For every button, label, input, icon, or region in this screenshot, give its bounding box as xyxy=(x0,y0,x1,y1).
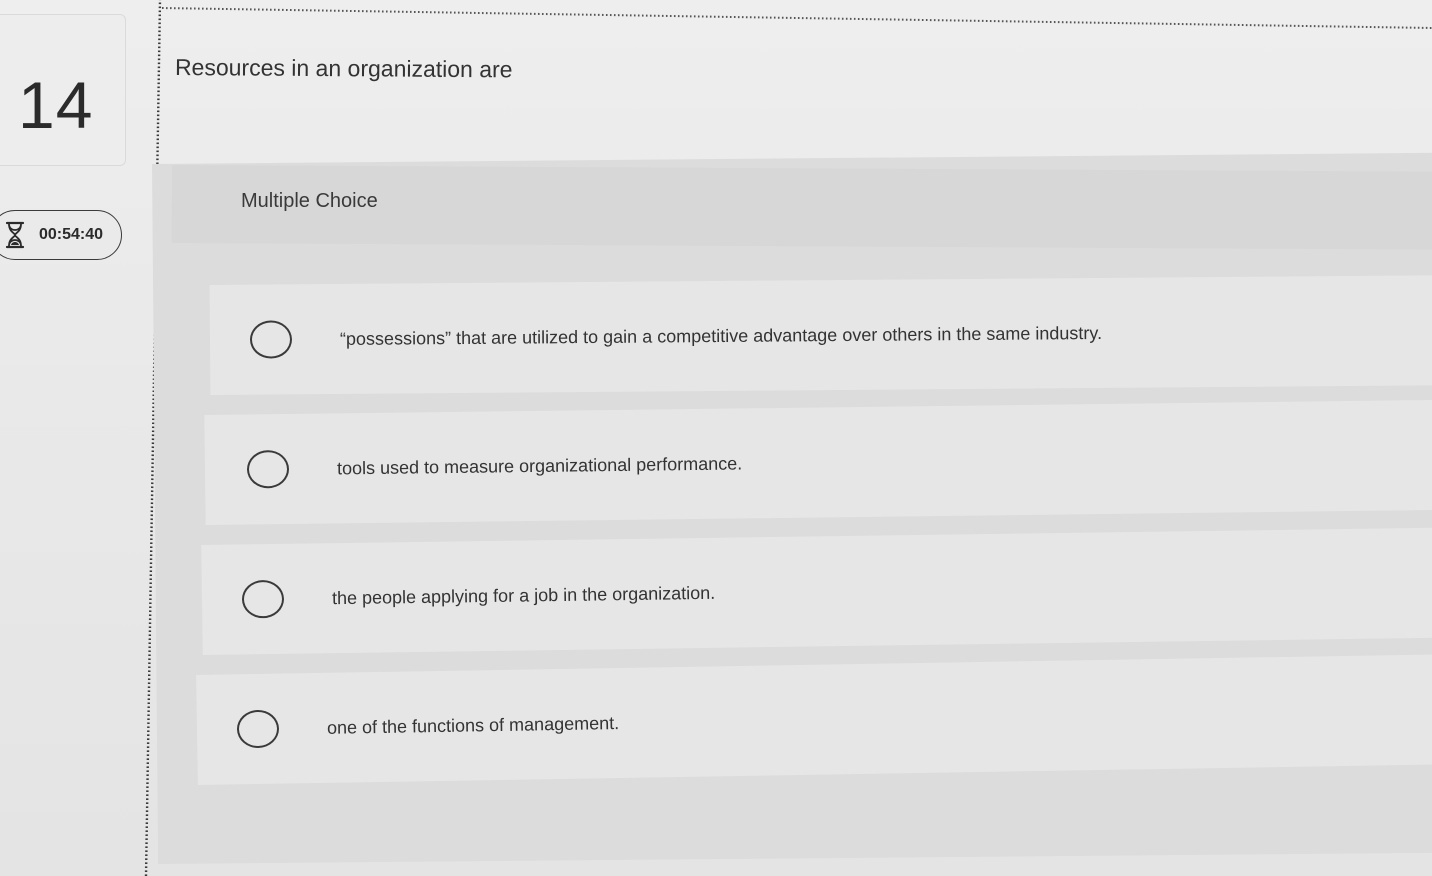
answer-option[interactable]: “possessions” that are utilized to gain … xyxy=(209,275,1432,395)
question-number: 14 xyxy=(18,68,94,142)
answer-option[interactable]: tools used to measure organizational per… xyxy=(204,399,1432,525)
radio-circle-icon[interactable] xyxy=(246,449,290,489)
timer-value: 00:54:40 xyxy=(39,226,104,243)
radio-circle-icon[interactable] xyxy=(241,579,285,619)
radio-circle-icon[interactable] xyxy=(249,320,293,359)
answer-option-label: the people applying for a job in the org… xyxy=(331,582,716,608)
top-dotted-border xyxy=(162,7,1432,29)
hourglass-icon xyxy=(5,221,25,249)
answer-option[interactable]: the people applying for a job in the org… xyxy=(201,527,1432,655)
answer-option-label: “possessions” that are utilized to gain … xyxy=(339,322,1103,349)
answer-option-label: one of the functions of management. xyxy=(326,712,620,738)
question-prompt: Resources in an organization are xyxy=(174,54,513,83)
answer-option-label: tools used to measure organizational per… xyxy=(336,452,743,478)
question-number-card: 14 xyxy=(0,14,126,166)
answer-option[interactable]: one of the functions of management. xyxy=(196,654,1432,785)
question-type-label: Multiple Choice xyxy=(241,190,378,212)
radio-circle-icon[interactable] xyxy=(236,709,280,749)
timer-badge[interactable]: 00:54:40 xyxy=(0,210,122,260)
